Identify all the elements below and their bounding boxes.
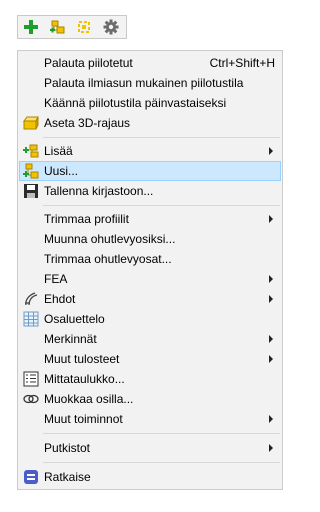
menu-item-label: FEA — [44, 272, 68, 286]
context-menu: Palauta piilotetut Ctrl+Shift+H Palauta … — [17, 50, 283, 490]
menu-item-label: Mittataulukko... — [44, 372, 125, 386]
submenu-arrow-icon — [269, 415, 273, 423]
menu-item-tallenna-kirjastoon[interactable]: Tallenna kirjastoon... — [19, 181, 281, 201]
menu-item-palauta-piilotetut[interactable]: Palauta piilotetut Ctrl+Shift+H — [19, 53, 281, 73]
menu-separator — [43, 433, 280, 434]
menu-item-label: Uusi... — [44, 164, 79, 178]
gear-icon[interactable] — [102, 18, 120, 36]
menu-item-label: Trimmaa ohutlevyosat... — [44, 252, 172, 266]
menu-separator — [43, 205, 280, 206]
dimension-table-icon — [23, 371, 39, 387]
menu-item-uusi[interactable]: Uusi... — [19, 161, 281, 181]
submenu-arrow-icon — [269, 444, 273, 452]
submenu-arrow-icon — [269, 355, 273, 363]
menu-item-palauta-ilmiasun[interactable]: Palauta ilmiasun mukainen piilotustila — [19, 73, 281, 93]
menu-item-muut-toiminnot[interactable]: Muut toiminnot — [19, 409, 281, 429]
menu-item-lisaa[interactable]: Lisää — [19, 141, 281, 161]
submenu-arrow-icon — [269, 295, 273, 303]
menu-item-ehdot[interactable]: Ehdot — [19, 289, 281, 309]
menu-item-osaluettelo[interactable]: Osaluettelo — [19, 309, 281, 329]
menu-item-label: Muut toiminnot — [44, 412, 123, 426]
submenu-arrow-icon — [269, 147, 273, 155]
menu-item-fea[interactable]: FEA — [19, 269, 281, 289]
mini-toolbar — [17, 15, 127, 39]
menu-item-aseta-3d-rajaus[interactable]: Aseta 3D-rajaus — [19, 113, 281, 133]
menu-item-label: Ratkaise — [44, 470, 91, 484]
select-component-icon[interactable] — [75, 18, 93, 36]
new-assembly-icon[interactable] — [49, 18, 67, 36]
menu-item-mittataulukko[interactable]: Mittataulukko... — [19, 369, 281, 389]
menu-item-label: Palauta piilotetut — [44, 56, 133, 70]
menu-item-label: Merkinnät — [44, 332, 97, 346]
submenu-arrow-icon — [269, 215, 273, 223]
menu-item-muokkaa-osilla[interactable]: Muokkaa osilla... — [19, 389, 281, 409]
menu-item-ratkaise[interactable]: Ratkaise — [19, 467, 281, 487]
add-component-icon — [23, 143, 39, 159]
menu-item-label: Muut tulosteet — [44, 352, 120, 366]
add-green-plus-icon[interactable] — [22, 18, 40, 36]
menu-item-label: Muunna ohutlevyosiksi... — [44, 232, 176, 246]
save-disk-icon — [23, 183, 39, 199]
menu-item-label: Lisää — [44, 144, 73, 158]
menu-separator — [43, 137, 280, 138]
menu-item-label: Ehdot — [44, 292, 76, 306]
menu-item-shortcut: Ctrl+Shift+H — [209, 56, 275, 70]
menu-item-muut-tulosteet[interactable]: Muut tulosteet — [19, 349, 281, 369]
menu-item-label: Aseta 3D-rajaus — [44, 116, 131, 130]
menu-item-trimmaa-profiilit[interactable]: Trimmaa profiilit — [19, 209, 281, 229]
menu-item-trimmaa-ohutlevyosat[interactable]: Trimmaa ohutlevyosat... — [19, 249, 281, 269]
solve-icon — [23, 469, 39, 485]
menu-item-label: Trimmaa profiilit — [44, 212, 129, 226]
constraints-icon — [23, 291, 39, 307]
menu-item-label: Osaluettelo — [44, 312, 105, 326]
menu-item-label: Muokkaa osilla... — [44, 392, 134, 406]
menu-item-muunna-ohutlevyosiksi[interactable]: Muunna ohutlevyosiksi... — [19, 229, 281, 249]
submenu-arrow-icon — [269, 275, 273, 283]
menu-separator — [43, 462, 280, 463]
submenu-arrow-icon — [269, 335, 273, 343]
menu-item-label: Käännä piilotustila päinvastaiseksi — [44, 96, 227, 110]
menu-item-label: Tallenna kirjastoon... — [44, 184, 154, 198]
parts-list-table-icon — [23, 311, 39, 327]
menu-item-putkistot[interactable]: Putkistot — [19, 438, 281, 458]
menu-item-kaanna-piilotustila[interactable]: Käännä piilotustila päinvastaiseksi — [19, 93, 281, 113]
menu-item-merkinnat[interactable]: Merkinnät — [19, 329, 281, 349]
menu-item-label: Palauta ilmiasun mukainen piilotustila — [44, 76, 244, 90]
menu-item-label: Putkistot — [44, 441, 91, 455]
3d-clip-box-icon — [23, 115, 39, 131]
new-component-icon — [23, 163, 39, 179]
edit-with-parts-icon — [23, 391, 39, 407]
